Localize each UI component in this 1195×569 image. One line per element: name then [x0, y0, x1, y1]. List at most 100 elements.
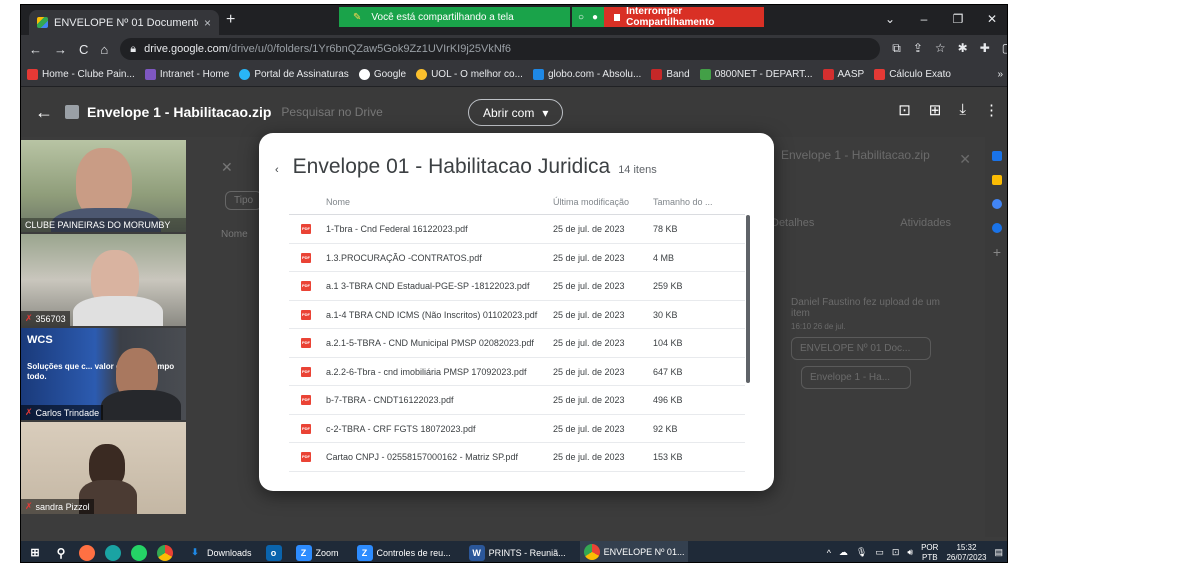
app-icon[interactable]	[79, 544, 95, 561]
open-with-button[interactable]: Abrir com ▾	[468, 99, 564, 126]
tab-close-icon[interactable]: ×	[204, 16, 211, 30]
outlook-icon[interactable]: o	[265, 544, 282, 561]
home-icon[interactable]: ⌂	[100, 42, 108, 57]
file-row[interactable]: PDF 1.3.PROCURAÇÃO -CONTRATOS.pdf 25 de ju…	[289, 244, 745, 272]
battery-icon[interactable]: ▭	[875, 547, 884, 558]
file-row[interactable]: PDF b-7-TBRA - CNDT16122023.pdf 25 de jul.…	[289, 386, 745, 415]
details-close-icon[interactable]: ✕	[959, 151, 971, 168]
keep-icon[interactable]	[992, 175, 1002, 185]
participant-tile[interactable]: ✗ sandra Pizzol	[21, 422, 186, 514]
shield-icon[interactable]: ●	[592, 12, 598, 23]
tab-search-icon[interactable]: ⌄	[873, 5, 907, 33]
column-name[interactable]: Nome	[326, 197, 350, 207]
pause-icon[interactable]: ○	[578, 12, 584, 23]
file-row[interactable]: PDF 1-Tbra - Cnd Federal 16122023.pdf 25 d…	[289, 215, 745, 244]
participant-tile[interactable]: WCS Soluções que c... valor e impact... …	[21, 328, 186, 420]
tab-details[interactable]: Detalhes	[771, 217, 814, 229]
file-row[interactable]: PDF a.1-4 TBRA CND ICMS (Não Inscritos) 0…	[289, 301, 745, 329]
file-size: 30 KB	[653, 309, 678, 320]
bookmark-item[interactable]: Google	[358, 69, 406, 80]
add-shortcut-icon[interactable]: ⊞	[929, 101, 942, 119]
bookmark-item[interactable]: UOL - O melhor co...	[416, 69, 523, 80]
add-app-icon[interactable]: +	[992, 245, 1002, 259]
star-icon[interactable]: ☆	[935, 41, 946, 57]
file-row[interactable]: PDF a.1 3-TBRA CND Estadual-PGE-SP -18122…	[289, 272, 745, 301]
windows-start-icon[interactable]: ⊞	[27, 545, 43, 561]
taskbar-app[interactable]: Z Controles de reu...	[353, 541, 455, 562]
bookmark-item[interactable]: Portal de Assinaturas	[239, 69, 349, 80]
browser-tab-strip: ENVELOPE Nº 01 Documentos d × + ✎ Você e…	[21, 5, 1007, 35]
notifications-icon[interactable]: ▤	[994, 547, 1003, 558]
extension-icon[interactable]: ✱	[958, 41, 968, 57]
taskbar-app[interactable]: ⬇ Downloads	[183, 541, 256, 562]
viewer-back-icon[interactable]: ←	[35, 102, 53, 123]
file-chip[interactable]: Envelope 1 - Ha...	[801, 366, 911, 389]
system-tray: ^ ☁ 🎙︎ ▭ ⊡ 🔊︎ POR PTB 15:32 26/07/2023 ▤	[827, 543, 1003, 563]
wcs-logo: WCS	[27, 334, 53, 346]
bookmark-item[interactable]: Home - Clube Pain...	[27, 69, 135, 80]
taskbar-app-active[interactable]: ENVELOPE Nº 01...	[579, 541, 689, 562]
new-tab-button[interactable]: +	[226, 11, 235, 29]
microphone-icon[interactable]: 🎙︎	[856, 547, 867, 558]
stop-share-button[interactable]: Interromper Compartilhamento	[604, 6, 765, 28]
bookmark-item[interactable]: globo.com - Absolu...	[532, 69, 641, 80]
clock-date: 26/07/2023	[946, 552, 987, 562]
file-size: 496 KB	[653, 395, 683, 405]
reload-icon[interactable]: C	[79, 42, 88, 57]
annotate-icon[interactable]: ✎	[353, 12, 361, 23]
file-row[interactable]: PDF c-2-TBRA - CRF FGTS 18072023.pdf 25 de…	[289, 415, 745, 443]
bookmark-item[interactable]: Intranet - Home	[144, 69, 229, 80]
file-row[interactable]: PDF Cartao CNPJ - 02558157000162 - Matriz…	[289, 443, 745, 472]
participant-name: Carlos Trindade	[35, 407, 100, 418]
contacts-icon[interactable]	[992, 223, 1002, 233]
tab-activity[interactable]: Atividades	[900, 217, 951, 229]
tasks-icon[interactable]	[992, 199, 1002, 209]
back-icon[interactable]: ←	[29, 42, 42, 57]
minimize-icon[interactable]: –	[907, 5, 941, 33]
browser-tab[interactable]: ENVELOPE Nº 01 Documentos d ×	[29, 10, 219, 35]
volume-icon[interactable]: 🔊︎	[907, 547, 913, 558]
network-icon[interactable]: ⊡	[892, 547, 900, 558]
install-icon[interactable]: ⧉	[892, 41, 901, 57]
restore-icon[interactable]: ❐	[941, 5, 975, 33]
search-placeholder[interactable]: Pesquisar no Drive	[281, 105, 382, 119]
close-window-icon[interactable]: ✕	[975, 5, 1007, 33]
chrome-icon[interactable]	[157, 544, 173, 561]
download-icon[interactable]: ⤓	[959, 101, 966, 119]
column-modified[interactable]: Última modificação	[553, 197, 629, 207]
bookmark-item[interactable]: Band	[651, 69, 690, 80]
column-size[interactable]: Tamanho do ...	[653, 197, 713, 207]
share-controls[interactable]: ○ ●	[572, 7, 605, 27]
bookmarks-overflow-icon[interactable]: »	[997, 69, 1003, 80]
participant-name-bar: CLUBE PAINEIRAS DO MORUMBY	[21, 218, 186, 232]
share-icon[interactable]: ⇪	[913, 41, 923, 57]
forward-icon[interactable]: →	[54, 42, 67, 57]
whatsapp-icon[interactable]	[131, 544, 147, 561]
clock[interactable]: 15:32 26/07/2023	[946, 543, 986, 563]
dialog-header: ‹ Envelope 01 - Habilitacao Juridica 14 …	[275, 155, 657, 179]
address-bar[interactable]: 🔒︎ drive.google.com/drive/u/0/folders/1Y…	[120, 38, 881, 60]
more-options-icon[interactable]: ⋮	[984, 101, 999, 119]
file-row[interactable]: PDF a.2.2-6-Tbra - cnd imobiliária PMSP 1…	[289, 358, 745, 386]
bookmark-item[interactable]: Cálculo Exato	[874, 69, 951, 80]
language-indicator[interactable]: POR PTB	[921, 543, 938, 563]
taskbar-app[interactable]: Z Zoom	[292, 541, 343, 562]
bookmark-item[interactable]: AASP	[822, 69, 864, 80]
file-row[interactable]: PDF a.2.1-5-TBRA - CND Municipal PMSP 020…	[289, 329, 745, 358]
participant-tile[interactable]: CLUBE PAINEIRAS DO MORUMBY	[21, 140, 186, 232]
folder-chip[interactable]: ENVELOPE Nº 01 Doc...	[791, 337, 931, 360]
address-row: ← → C ⌂ 🔒︎ drive.google.com/drive/u/0/fo…	[21, 35, 1007, 63]
dialog-scrollbar[interactable]	[746, 215, 750, 383]
add-to-drive-icon[interactable]: ⊡	[898, 101, 911, 119]
chevron-left-icon[interactable]: ‹	[275, 164, 279, 176]
calendar-icon[interactable]	[992, 151, 1002, 161]
sidepanel-icon[interactable]: ▢	[1002, 41, 1007, 57]
onedrive-icon[interactable]: ☁	[839, 547, 848, 558]
search-icon[interactable]: ⚲	[53, 545, 69, 561]
tray-expand-icon[interactable]: ^	[827, 548, 831, 558]
bookmark-item[interactable]: 0800NET - DEPART...	[699, 69, 813, 80]
puzzle-icon[interactable]: ✚	[980, 41, 990, 57]
participant-tile[interactable]: ✗ 356703	[21, 234, 186, 326]
taskbar-app[interactable]: W PRINTS - Reuniã...	[465, 541, 570, 562]
edge-icon[interactable]	[105, 544, 121, 561]
